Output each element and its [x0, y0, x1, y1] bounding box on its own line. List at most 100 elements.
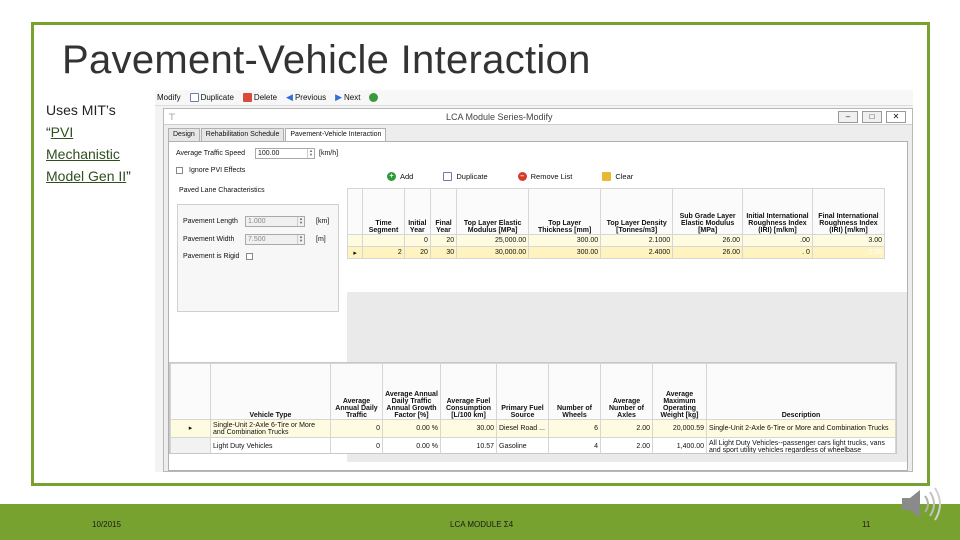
table-cell[interactable]: Single-Unit 2-Axle 6-Tire or More and Co… — [210, 419, 331, 438]
toolbar-delete[interactable]: Delete — [242, 93, 277, 102]
spin-icon[interactable]: ▲ ▼ — [297, 235, 304, 244]
spin-icon[interactable]: ▲ ▼ — [307, 149, 314, 158]
table-cell[interactable]: 30 — [429, 246, 458, 259]
table-cell[interactable]: Light Duty Vehicles — [210, 437, 331, 453]
table-cell[interactable]: 2.4000 — [600, 246, 674, 259]
length-label: Pavement Length — [183, 218, 238, 225]
pin-icon[interactable]: ⊤ — [168, 112, 176, 123]
table-cell[interactable]: 1,400.00 — [652, 437, 707, 453]
table-row[interactable]: ▸ 2 20 30 30,000.00 300.00 2.4000 26.00 … — [346, 246, 886, 259]
remove-list-button[interactable]: – Remove List — [517, 172, 572, 181]
row-header-cell[interactable] — [346, 234, 364, 247]
table-cell[interactable]: All Light Duty Vehicles--passenger cars … — [706, 437, 896, 453]
length-input[interactable]: 1.000 ▲ ▼ — [245, 216, 305, 227]
table-cell[interactable]: Gasoline — [496, 437, 549, 453]
col-final-year[interactable]: Final Year — [429, 188, 458, 235]
clear-button[interactable]: Clear — [602, 172, 633, 181]
table-cell[interactable]: . 0 — [742, 246, 813, 259]
toolbar-next[interactable]: ▶ Next — [335, 92, 360, 103]
table-cell[interactable]: 6 — [548, 419, 601, 438]
col-time-segment[interactable]: Time Segment — [362, 188, 405, 235]
table-cell[interactable]: 0 — [330, 437, 383, 453]
col-wheels[interactable]: Number of Wheels — [548, 363, 601, 420]
table-cell[interactable]: Single-Unit 2-Axle 6-Tire or More and Co… — [706, 419, 896, 438]
table-cell[interactable] — [362, 234, 405, 247]
pvi-link[interactable]: PVI — [51, 124, 74, 140]
table-cell[interactable]: 26.00 — [672, 246, 744, 259]
table-cell[interactable]: 300.00 — [528, 246, 602, 259]
col-top-density[interactable]: Top Layer Density [Tonnes/m3] — [600, 188, 674, 235]
row-selector-arrow-icon[interactable]: ▸ — [170, 419, 211, 438]
table-cell[interactable]: 2.1000 — [600, 234, 674, 247]
table-cell[interactable]: 0 — [403, 234, 431, 247]
toolbar-modify[interactable]: Modify — [157, 93, 181, 102]
tab-pvi[interactable]: Pavement-Vehicle Interaction — [285, 128, 387, 142]
table-cell[interactable]: 2.00 — [600, 437, 653, 453]
col-vehicle-type[interactable]: Vehicle Type — [210, 363, 331, 420]
col-growth-factor[interactable]: Average Annual Daily Traffic Annual Grow… — [382, 363, 441, 420]
table-cell[interactable]: 2 — [362, 246, 405, 259]
row-header-cell — [170, 363, 211, 420]
col-initial-iri[interactable]: Initial International Roughness Index (I… — [742, 188, 813, 235]
table-cell[interactable]: 300.00 — [528, 234, 602, 247]
toolbar-duplicate[interactable]: Duplicate — [189, 93, 234, 102]
width-value: 7.500 — [248, 236, 266, 243]
speaker-icon[interactable] — [900, 484, 948, 524]
col-aadt[interactable]: Average Annual Daily Traffic — [330, 363, 383, 420]
table-cell[interactable]: 20 — [403, 246, 431, 259]
tab-design[interactable]: Design — [168, 128, 200, 141]
col-fuel-source[interactable]: Primary Fuel Source — [496, 363, 549, 420]
col-top-modulus[interactable]: Top Layer Elastic Modulus [MPa] — [456, 188, 530, 235]
tab-rehabilitation[interactable]: Rehabilitation Schedule — [200, 128, 285, 141]
table-cell[interactable]: 10.57 — [440, 437, 497, 453]
col-final-iri[interactable]: Final International Roughness Index (IRI… — [811, 188, 886, 235]
duplicate-icon — [189, 93, 199, 102]
footer-center: LCA MODULE Σ4 — [450, 520, 514, 529]
table-row[interactable]: Light Duty Vehicles 0 0.00 % 10.57 Gasol… — [170, 437, 896, 453]
toolbar-previous[interactable]: ◀ Previous — [286, 92, 326, 103]
maximize-button[interactable]: □ — [862, 111, 882, 123]
app-screenshot: Modify Duplicate Delete ◀ Previous ▶ Next … — [155, 90, 913, 472]
table-cell[interactable]: 4 — [548, 437, 601, 453]
close-button[interactable]: ✕ — [886, 111, 906, 123]
avg-speed-input[interactable]: 100.00 ▲ ▼ — [255, 148, 315, 159]
model-gen-link[interactable]: Model Gen II — [46, 168, 126, 184]
col-fuel-consumption[interactable]: Average Fuel Consumption [L/100 km] — [440, 363, 497, 420]
col-top-thickness[interactable]: Top Layer Thickness [mm] — [528, 188, 602, 235]
ignore-pvi-checkbox[interactable] — [176, 167, 183, 174]
col-description[interactable]: Description — [706, 363, 896, 420]
table-cell[interactable]: .00 — [742, 234, 813, 247]
spin-icon[interactable]: ▲ ▼ — [297, 217, 304, 226]
table-row[interactable]: ▸ Single-Unit 2-Axle 6-Tire or More and … — [170, 419, 896, 438]
table-cell[interactable]: 0.00 % — [382, 437, 441, 453]
arrow-right-icon: ▶ — [335, 92, 343, 102]
col-axles[interactable]: Average Number of Axles — [600, 363, 653, 420]
mechanistic-link[interactable]: Mechanistic — [46, 143, 156, 165]
add-button[interactable]: + Add — [387, 172, 413, 181]
table-cell[interactable]: 0.00 % — [382, 419, 441, 438]
table-cell[interactable]: 20,000.59 — [652, 419, 707, 438]
side-text-link-line3: Model Gen II” — [46, 165, 156, 187]
rigid-checkbox[interactable] — [246, 253, 253, 260]
table-cell[interactable]: 25,000.00 — [456, 234, 530, 247]
toolbar-refresh[interactable] — [369, 93, 380, 102]
col-max-weight[interactable]: Average Maximum Operating Weight [kg] — [652, 363, 707, 420]
table-cell[interactable]: 30,000.00 — [456, 246, 530, 259]
table-row[interactable]: 0 20 25,000.00 300.00 2.1000 26.00 .00 3… — [346, 234, 886, 247]
width-input[interactable]: 7.500 ▲ ▼ — [245, 234, 305, 245]
table-cell[interactable]: 30.00 — [440, 419, 497, 438]
row-selector-arrow-icon[interactable]: ▸ — [346, 246, 364, 259]
table-cell[interactable]: 26.00 — [672, 234, 744, 247]
col-subgrade-modulus[interactable]: Sub Grade Layer Elastic Modulus [MPa] — [672, 188, 744, 235]
table-cell-selected[interactable]: 2.00 — [811, 246, 886, 259]
table-cell[interactable]: Diesel Road ... — [496, 419, 549, 438]
row-header-cell[interactable] — [170, 437, 211, 453]
minimize-button[interactable]: – — [838, 111, 858, 123]
duplicate-button[interactable]: Duplicate — [443, 172, 488, 181]
table-cell[interactable]: 2.00 — [600, 419, 653, 438]
col-initial-year[interactable]: Initial Year — [403, 188, 431, 235]
table-cell[interactable]: 3.00 — [811, 234, 886, 247]
footer-page-number: 11 — [862, 520, 871, 529]
table-cell[interactable]: 20 — [429, 234, 458, 247]
table-cell[interactable]: 0 — [330, 419, 383, 438]
